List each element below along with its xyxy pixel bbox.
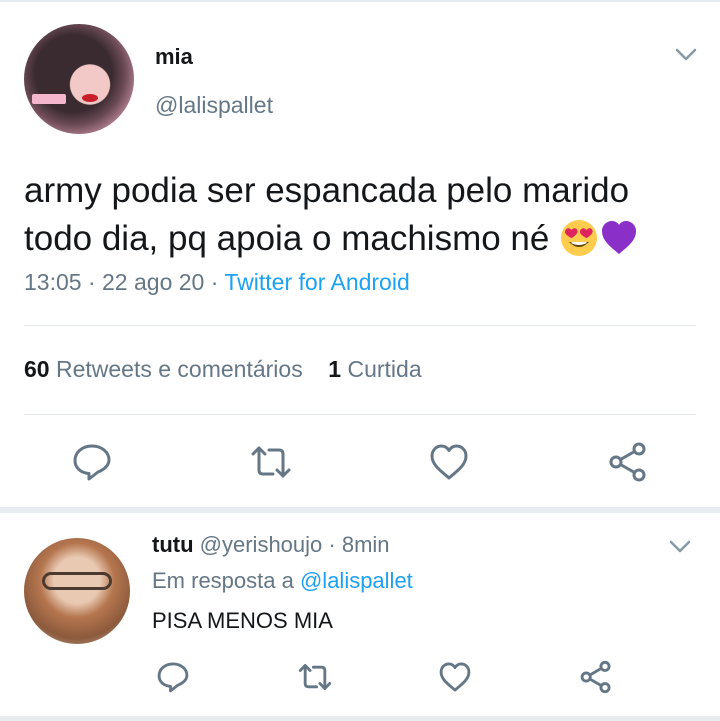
heart-eyes-emoji — [559, 218, 599, 258]
retweets-stat[interactable]: 60 Retweets e comentários — [24, 356, 303, 382]
tweet-metadata: 13:05 · 22 ago 20 · Twitter for Android — [24, 269, 410, 296]
bottom-divider — [0, 716, 720, 721]
avatar-glasses — [42, 572, 112, 590]
reply-chevron-down-icon[interactable] — [668, 538, 692, 556]
reply-like-icon[interactable] — [437, 659, 473, 695]
section-divider — [0, 507, 720, 513]
reply-handle[interactable]: @yerishoujo — [200, 532, 323, 557]
share-icon[interactable] — [606, 440, 650, 484]
reply-separator: · — [328, 532, 336, 557]
reply-icon[interactable] — [70, 440, 114, 484]
divider-above-stats — [24, 325, 696, 326]
reply-retweet-icon[interactable] — [297, 659, 333, 695]
avatar-lips — [82, 94, 98, 102]
meta-separator-2: · — [210, 269, 219, 295]
tweet-client-link[interactable]: Twitter for Android — [224, 269, 409, 295]
reply-age: 8min — [341, 532, 390, 557]
reply-author-avatar[interactable] — [24, 538, 130, 644]
replying-prefix: Em resposta a — [152, 568, 294, 593]
top-divider — [0, 0, 720, 2]
reply-text: PISA MENOS MIA — [152, 608, 333, 633]
avatar-sticker — [32, 94, 66, 104]
purple-heart-emoji — [599, 218, 639, 258]
divider-above-actions — [24, 414, 696, 415]
tweet-date: 22 ago 20 — [102, 269, 205, 295]
like-icon[interactable] — [427, 440, 471, 484]
retweets-label: Retweets e comentários — [55, 356, 303, 382]
replying-to-mention[interactable]: @lalispallet — [300, 568, 413, 593]
likes-label: Curtida — [347, 356, 422, 382]
reply-reply-icon[interactable] — [155, 659, 191, 695]
tweet-text-line-2-words: todo dia, pq apoia o machismo né — [24, 219, 550, 258]
likes-count: 1 — [328, 356, 342, 382]
tweet-text-line-1: army podia ser espancada pelo marido — [24, 171, 630, 210]
chevron-down-icon[interactable] — [674, 46, 698, 64]
reply-display-name[interactable]: tutu — [152, 532, 194, 557]
likes-stat[interactable]: 1 Curtida — [328, 356, 421, 382]
author-display-name[interactable]: mia — [155, 44, 193, 70]
tweet-text-line-2: todo dia, pq apoia o machismo né — [24, 215, 714, 263]
tweet-stats: 60 Retweets e comentários 1 Curtida — [24, 356, 422, 383]
author-handle[interactable]: @lalispallet — [155, 92, 273, 119]
reply-share-icon[interactable] — [578, 659, 614, 695]
reply-header: tutu @yerishoujo · 8min — [152, 532, 390, 558]
replying-to-line: Em resposta a @lalispallet — [152, 568, 413, 594]
meta-separator-1: · — [87, 269, 96, 295]
retweet-icon[interactable] — [249, 440, 293, 484]
tweet-time: 13:05 — [24, 269, 82, 295]
retweets-count: 60 — [24, 356, 50, 382]
tweet-text: army podia ser espancada pelo marido tod… — [24, 167, 714, 263]
author-avatar[interactable] — [24, 24, 134, 134]
